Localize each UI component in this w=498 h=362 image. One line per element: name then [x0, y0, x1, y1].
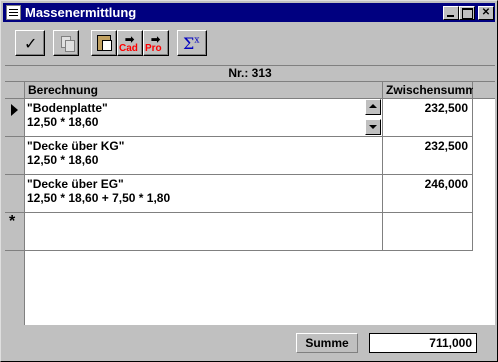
footer: Summe 711,000	[3, 327, 495, 359]
massenermittlung-window: Massenermittlung ✕ ✓ Cad Pro Σx Nr.: 313…	[0, 0, 498, 362]
clipboard-icon	[97, 35, 112, 51]
close-button[interactable]: ✕	[478, 6, 494, 20]
subtotal-cell[interactable]: 246,000	[383, 175, 473, 213]
sigma-icon: Σx	[183, 34, 200, 53]
sum-label: Summe	[296, 333, 358, 353]
maximize-button[interactable]	[459, 6, 475, 20]
column-header-berechnung[interactable]: Berechnung	[25, 82, 383, 99]
calculation-cell[interactable]	[25, 213, 383, 251]
new-row[interactable]: *	[5, 213, 473, 251]
row-selector[interactable]	[5, 99, 25, 137]
calculation-grid: Berechnung Zwischensumm "Bodenplatte" 12…	[5, 82, 495, 325]
column-header-zwischensumme[interactable]: Zwischensumm	[383, 82, 476, 99]
subtotal-cell[interactable]	[383, 213, 473, 251]
calculation-cell[interactable]: "Decke über KG" 12,50 * 18,60	[25, 137, 383, 175]
checkmark-icon: ✓	[24, 36, 38, 53]
calculation-cell[interactable]: "Bodenplatte" 12,50 * 18,60	[25, 99, 383, 137]
sum-value: 711,000	[369, 333, 477, 353]
row-selector[interactable]	[5, 175, 25, 213]
minimize-button[interactable]	[443, 6, 459, 20]
new-record-icon: *	[9, 213, 16, 230]
paste-button[interactable]	[91, 30, 117, 56]
toolbar: ✓ Cad Pro Σx	[3, 24, 495, 64]
scroll-down-button[interactable]	[365, 119, 381, 135]
copy-button[interactable]	[53, 30, 79, 56]
row-pointer-icon	[11, 104, 18, 116]
table-row[interactable]: "Decke über EG" 12,50 * 18,60 + 7,50 * 1…	[5, 175, 473, 213]
copy-icon	[61, 36, 75, 52]
cad-label: Cad	[119, 43, 138, 54]
table-row[interactable]: "Decke über KG" 12,50 * 18,60 232,500	[5, 137, 473, 175]
scroll-up-button[interactable]	[365, 99, 381, 115]
ok-button[interactable]: ✓	[15, 30, 45, 56]
row-selector[interactable]: *	[5, 213, 25, 251]
app-menu-icon[interactable]	[6, 5, 21, 20]
pro-label: Pro	[145, 43, 162, 54]
subtotal-cell[interactable]: 232,500	[383, 99, 473, 137]
table-row[interactable]: "Bodenplatte" 12,50 * 18,60 232,500	[5, 99, 473, 137]
row-selector[interactable]	[5, 137, 25, 175]
window-title: Massenermittlung	[25, 5, 137, 20]
subtotal-cell[interactable]: 232,500	[383, 137, 473, 175]
record-number: Nr.: 313	[5, 65, 495, 82]
cad-export-button[interactable]: Cad	[117, 30, 143, 56]
calculation-cell[interactable]: "Decke über EG" 12,50 * 18,60 + 7,50 * 1…	[25, 175, 383, 213]
grid-corner	[5, 82, 25, 99]
sum-button[interactable]: Σx	[177, 30, 207, 56]
title-bar[interactable]: Massenermittlung ✕	[3, 3, 495, 22]
pro-export-button[interactable]: Pro	[143, 30, 169, 56]
